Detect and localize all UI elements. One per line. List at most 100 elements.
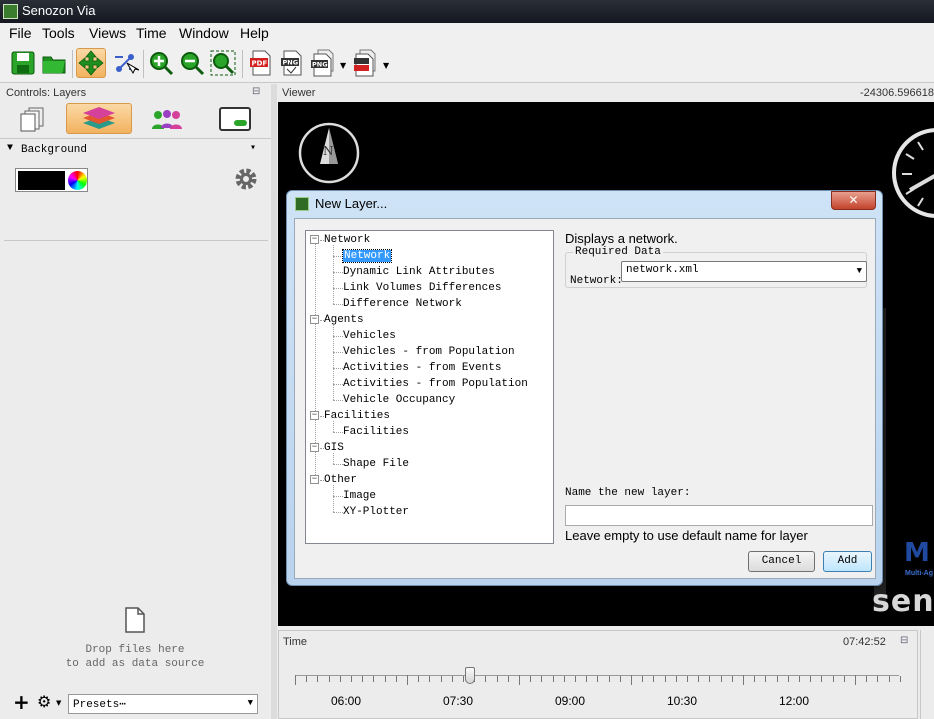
tree-item[interactable]: Image [343, 488, 376, 504]
layer-details: Displays a network. Required Data Networ… [565, 230, 875, 572]
tree-expander-icon[interactable]: − [310, 475, 319, 484]
timeline-tick [317, 676, 319, 682]
export-more-dropdown-icon[interactable]: ▼ [383, 61, 389, 70]
timeline-tick [519, 675, 520, 685]
presets-label: Presets⋯ [73, 699, 126, 711]
cancel-button[interactable]: Cancel [748, 551, 815, 572]
layer-menu-icon[interactable]: ▾ [250, 142, 256, 154]
select-tool-icon[interactable] [110, 48, 140, 78]
tree-item[interactable]: Activities - from Population [343, 376, 528, 392]
menu-time[interactable]: Time [136, 25, 167, 41]
presets-dropdown[interactable]: Presets⋯ ▼ [68, 694, 258, 714]
timeline-tick [384, 676, 386, 682]
collapse-triangle-icon[interactable]: ▼ [7, 143, 13, 154]
timeline-tick [866, 676, 868, 682]
tree-item[interactable]: Dynamic Link Attributes [343, 264, 495, 280]
settings-dropdown-icon[interactable]: ▼ [56, 699, 61, 707]
timeline-tick [720, 676, 722, 682]
open-folder-icon[interactable] [39, 48, 69, 78]
export-dropdown-icon[interactable]: ▼ [340, 61, 346, 70]
time-slider-thumb[interactable] [465, 667, 476, 684]
tree-item-label: Shape File [343, 458, 410, 470]
tick-label: 07:30 [442, 694, 474, 708]
zoom-in-icon[interactable] [146, 48, 176, 78]
menu-window[interactable]: Window [179, 25, 229, 41]
tree-item-label: Dynamic Link Attributes [343, 266, 495, 278]
layer-name-input[interactable] [565, 505, 873, 526]
add-icon[interactable]: + [13, 692, 30, 712]
tree-item[interactable]: Vehicles [343, 328, 396, 344]
tree-item[interactable]: Network [341, 248, 393, 264]
tab-layers[interactable] [66, 103, 132, 134]
menu-help[interactable]: Help [240, 25, 269, 41]
app-icon [295, 197, 309, 211]
timeline-tick [709, 676, 711, 682]
export-pdf-icon[interactable]: PDF [246, 48, 276, 78]
tab-view-settings[interactable] [202, 103, 268, 134]
tree-group-network[interactable]: Network [324, 232, 370, 248]
clock-dial-icon [892, 128, 934, 218]
tree-expander-icon[interactable]: − [310, 315, 319, 324]
tree-item[interactable]: Activities - from Events [343, 360, 501, 376]
tree-item[interactable]: Difference Network [343, 296, 462, 312]
tree-group-agents[interactable]: Agents [324, 312, 364, 328]
timeline-tick [541, 676, 543, 682]
pin-icon[interactable]: ⊟ [900, 635, 908, 646]
layers-panel-header: Controls: Layers [6, 87, 87, 99]
zoom-out-icon[interactable] [177, 48, 207, 78]
export-png-pdf-icon[interactable] [350, 48, 380, 78]
timeline-tick [328, 676, 330, 682]
tree-item[interactable]: Shape File [343, 456, 409, 472]
tree-expander-icon[interactable]: − [310, 411, 319, 420]
menu-file[interactable]: File [9, 25, 32, 41]
timeline-tick [653, 676, 655, 682]
close-button[interactable]: ✕ [831, 191, 876, 210]
zoom-fit-icon[interactable] [208, 48, 238, 78]
timeline-tick [754, 676, 756, 682]
background-layer-row[interactable]: ▼ Background ▾ [0, 140, 272, 158]
time-slider[interactable] [295, 667, 901, 689]
panel-splitter[interactable] [271, 84, 277, 719]
save-icon[interactable] [8, 48, 38, 78]
timeline-tick [687, 676, 688, 682]
timeline-tick [485, 676, 487, 682]
timeline-tick [451, 676, 453, 682]
network-select[interactable]: network.xml ▼ [621, 261, 867, 282]
tick-label: 12:00 [778, 694, 810, 708]
tree-expander-icon[interactable]: − [310, 235, 319, 244]
tree-item[interactable]: Vehicles - from Population [343, 344, 515, 360]
tree-item[interactable]: Facilities [343, 424, 409, 440]
tab-data-sources[interactable] [1, 103, 67, 134]
layer-tabs [0, 101, 272, 137]
tree-item[interactable]: Vehicle Occupancy [343, 392, 455, 408]
add-button[interactable]: Add [823, 551, 872, 572]
timeline-tick [530, 676, 532, 682]
tick-label: 10:30 [666, 694, 698, 708]
export-png-icon[interactable]: PNG [277, 48, 307, 78]
timeline-tick [619, 676, 621, 682]
tree-item[interactable]: XY-Plotter [343, 504, 409, 520]
timeline-tick [888, 676, 890, 682]
menu-views[interactable]: Views [89, 25, 126, 41]
timeline-tick [407, 675, 408, 685]
viewer-title: Viewer [282, 87, 316, 99]
tab-agents[interactable] [134, 103, 200, 134]
chevron-down-icon: ▼ [247, 698, 253, 708]
dialog-title: New Layer... [315, 196, 388, 211]
gear-icon[interactable] [233, 166, 259, 195]
pin-icon[interactable]: ⊟ [252, 86, 260, 97]
tree-item-label: Link Volumes Differences [343, 282, 502, 294]
required-data-label: Required Data [573, 246, 663, 258]
pan-icon[interactable] [76, 48, 106, 78]
tree-item[interactable]: Link Volumes Differences [343, 280, 501, 296]
export-png-series-icon[interactable]: PNG [308, 48, 338, 78]
background-color-picker[interactable] [15, 168, 88, 192]
side-panel-edge [920, 630, 934, 719]
tree-group-other[interactable]: Other [324, 472, 357, 488]
tree-expander-icon[interactable]: − [310, 443, 319, 452]
settings-gear-icon[interactable]: ⚙ [37, 694, 51, 710]
app-icon [3, 4, 18, 19]
timeline-tick [642, 676, 644, 682]
menu-tools[interactable]: Tools [42, 25, 75, 41]
timeline-tick [810, 676, 812, 682]
